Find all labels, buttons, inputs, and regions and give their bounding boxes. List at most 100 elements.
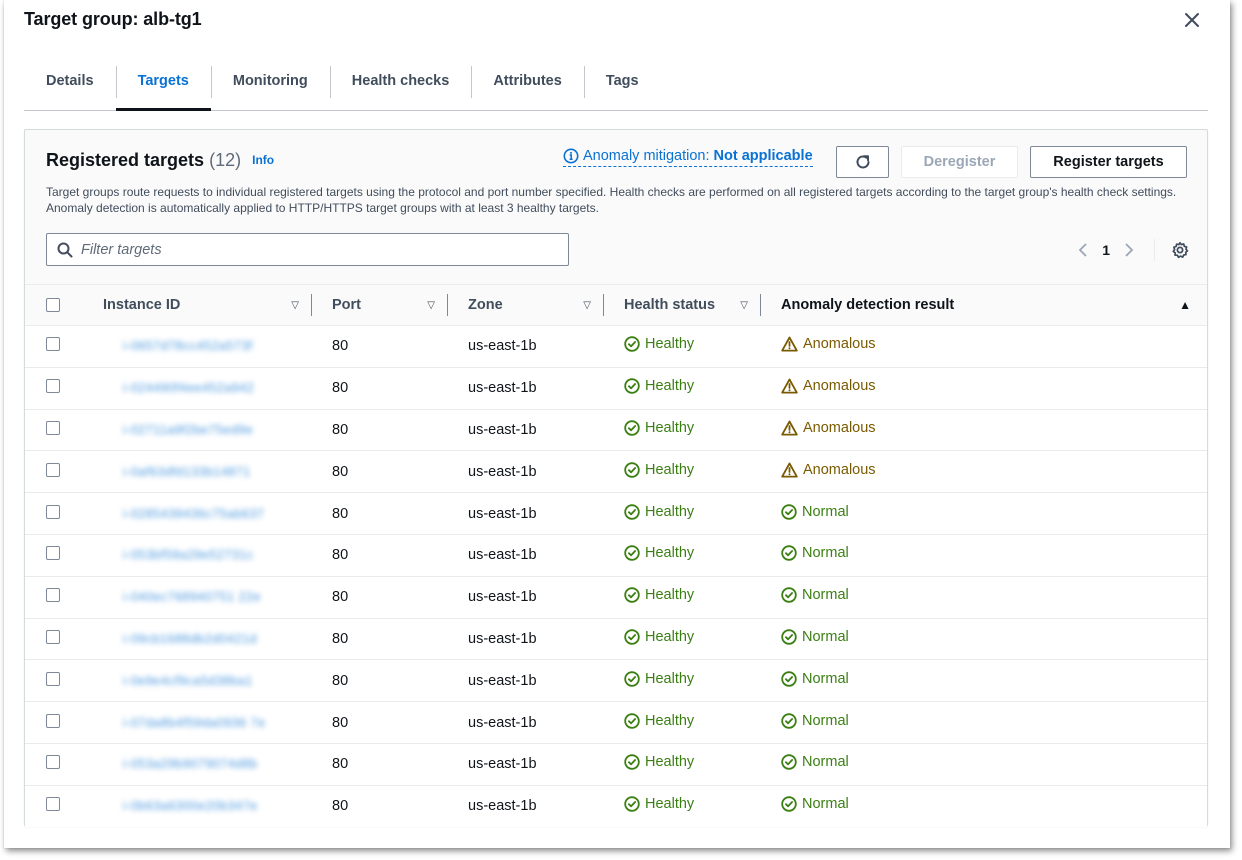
row-checkbox[interactable] bbox=[46, 420, 60, 435]
instance-id-link[interactable]: i-07da8b4f59da0936 7e bbox=[123, 716, 266, 730]
row-checkbox[interactable] bbox=[46, 755, 60, 770]
zone-cell: us-east-1b bbox=[468, 547, 537, 564]
row-select-cell bbox=[25, 785, 103, 827]
instance-id-link[interactable]: i-0b63a6300e20b347e bbox=[123, 799, 258, 813]
tab-details[interactable]: Details bbox=[24, 62, 116, 110]
anomaly-mitigation-link[interactable]: Anomaly mitigation: Not applicable bbox=[563, 148, 813, 167]
sort-icon[interactable]: ▽ bbox=[291, 300, 299, 311]
instance-id-link[interactable]: i-040ec768940751 22e bbox=[123, 590, 261, 604]
status-positive-icon bbox=[781, 712, 797, 729]
table-row: i-0af63dfd133b14871 80 us-east-1b Health… bbox=[25, 450, 1207, 493]
tab-monitoring[interactable]: Monitoring bbox=[210, 62, 330, 110]
status-positive-icon bbox=[624, 545, 640, 562]
anomaly-status: Normal bbox=[781, 713, 849, 729]
register-targets-button[interactable]: Register targets bbox=[1030, 146, 1187, 178]
zone-cell: us-east-1b bbox=[468, 589, 537, 606]
pager-divider bbox=[1154, 239, 1155, 261]
select-all-checkbox[interactable] bbox=[46, 298, 60, 312]
instance-id-cell: i-02711a9f2be75ed9e bbox=[103, 409, 312, 451]
tab-targets[interactable]: Targets bbox=[115, 62, 212, 111]
anomaly-status: Normal bbox=[781, 587, 849, 603]
status-positive-icon bbox=[624, 378, 640, 394]
row-checkbox[interactable] bbox=[46, 797, 60, 812]
anomaly-result-cell: Normal bbox=[761, 493, 1207, 535]
current-page[interactable]: 1 bbox=[1102, 242, 1110, 258]
preferences-button[interactable] bbox=[1169, 239, 1191, 261]
table-row: i-0b63a6300e20b347e 80 us-east-1b Health… bbox=[25, 785, 1207, 828]
instance-id-cell: i-0285439436c75ab637 bbox=[103, 493, 312, 535]
row-select-cell bbox=[25, 367, 103, 409]
tab-tags[interactable]: Tags bbox=[583, 62, 661, 110]
row-checkbox[interactable] bbox=[46, 379, 60, 394]
status-positive-icon bbox=[781, 503, 797, 520]
warning-icon bbox=[781, 462, 798, 478]
port-cell: 80 bbox=[332, 547, 349, 564]
instance-id-link[interactable]: i-053a29b9079074d8b bbox=[123, 757, 258, 771]
previous-page-button[interactable] bbox=[1072, 239, 1094, 261]
close-button[interactable] bbox=[1180, 8, 1204, 32]
filter-targets-field[interactable] bbox=[46, 233, 569, 266]
row-select-cell bbox=[25, 326, 103, 368]
instance-id-link[interactable]: i-024490f4ee452a942 bbox=[123, 381, 254, 395]
sort-icon[interactable]: ▽ bbox=[740, 300, 748, 311]
instance-id-link[interactable]: i-0af63dfd133b14871 bbox=[123, 465, 251, 479]
targets-table: Instance ID ▽ Port ▽ Zone ▽ Health statu… bbox=[25, 284, 1207, 828]
instance-id-cell: i-09cb1688db2d0421d bbox=[103, 618, 312, 660]
status-positive-icon bbox=[624, 712, 640, 729]
target-count: (12) bbox=[209, 150, 242, 170]
row-checkbox[interactable] bbox=[46, 504, 60, 519]
sort-icon[interactable]: ▽ bbox=[427, 300, 435, 311]
row-checkbox[interactable] bbox=[46, 671, 60, 686]
anomaly-status: Anomalous bbox=[781, 420, 876, 436]
sort-ascending-icon[interactable]: ▲ bbox=[1179, 298, 1191, 312]
instance-id-link[interactable]: i-0657d78cc452a573f bbox=[123, 339, 253, 353]
column-instance-id[interactable]: Instance ID ▽ bbox=[103, 285, 312, 326]
instance-id-link[interactable]: i-0285439436c75ab637 bbox=[123, 507, 264, 521]
column-zone[interactable]: Zone ▽ bbox=[448, 285, 604, 326]
refresh-button[interactable] bbox=[836, 146, 889, 178]
warning-icon bbox=[781, 420, 798, 436]
row-select-cell bbox=[25, 702, 103, 744]
table-row: i-040ec768940751 22e 80 us-east-1b Healt… bbox=[25, 576, 1207, 619]
status-positive-icon bbox=[624, 336, 640, 353]
port-cell: 80 bbox=[332, 505, 349, 522]
status-positive-icon bbox=[781, 545, 797, 562]
health-status-cell: Healthy bbox=[604, 576, 761, 618]
next-page-button[interactable] bbox=[1118, 239, 1140, 261]
health-status-cell: Healthy bbox=[604, 702, 761, 744]
row-checkbox[interactable] bbox=[46, 713, 60, 728]
filter-targets-input[interactable] bbox=[81, 241, 568, 258]
health-status: Healthy bbox=[624, 629, 694, 645]
status-positive-icon bbox=[781, 754, 797, 771]
instance-id-cell: i-024490f4ee452a942 bbox=[103, 367, 312, 409]
health-status-cell: Healthy bbox=[604, 785, 761, 827]
zone-cell: us-east-1b bbox=[468, 463, 537, 480]
instance-id-link[interactable]: i-053bf59a29e52731c bbox=[123, 548, 253, 562]
row-checkbox[interactable] bbox=[46, 462, 60, 477]
pagination: 1 bbox=[1072, 238, 1191, 262]
tab-health-checks[interactable]: Health checks bbox=[329, 62, 472, 110]
anomaly-status: Normal bbox=[781, 629, 849, 645]
tab-attributes[interactable]: Attributes bbox=[471, 62, 583, 110]
instance-id-link[interactable]: i-09cb1688db2d0421d bbox=[123, 632, 257, 646]
column-anomaly-detection-result[interactable]: Anomaly detection result ▲ bbox=[761, 285, 1207, 326]
status-positive-icon bbox=[624, 503, 640, 520]
row-checkbox[interactable] bbox=[46, 629, 60, 644]
instance-id-link[interactable]: i-02711a9f2be75ed9e bbox=[123, 423, 253, 437]
instance-id-link[interactable]: i-0e9e4cf9ca5d38ba1 bbox=[123, 674, 253, 688]
column-health-status[interactable]: Health status ▽ bbox=[604, 285, 761, 326]
sort-icon[interactable]: ▽ bbox=[583, 300, 591, 311]
row-checkbox[interactable] bbox=[46, 546, 60, 561]
column-port[interactable]: Port ▽ bbox=[312, 285, 448, 326]
status-positive-icon bbox=[781, 796, 797, 813]
row-checkbox[interactable] bbox=[46, 588, 60, 603]
status-positive-icon bbox=[624, 671, 640, 687]
deregister-button[interactable]: Deregister bbox=[901, 146, 1018, 178]
row-checkbox[interactable] bbox=[46, 337, 60, 352]
port-cell: 80 bbox=[332, 589, 349, 606]
status-positive-icon bbox=[624, 796, 640, 813]
health-status: Healthy bbox=[624, 378, 694, 394]
info-link[interactable]: Info bbox=[252, 153, 274, 167]
status-positive-icon bbox=[624, 587, 640, 603]
anomaly-result-cell: Normal bbox=[761, 534, 1207, 576]
